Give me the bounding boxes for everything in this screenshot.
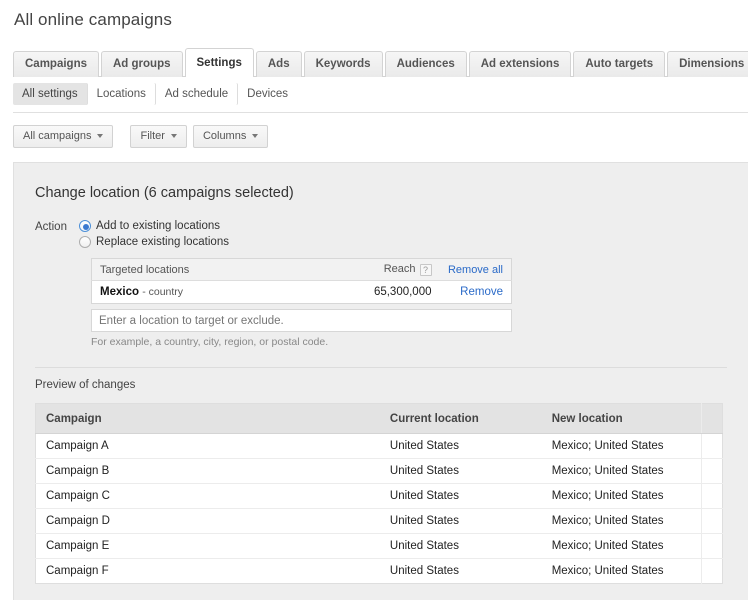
chevron-down-icon (97, 134, 104, 138)
action-label: Action (35, 221, 67, 233)
action-radio-group: Add to existing locations Replace existin… (79, 220, 229, 248)
page-title: All online campaigns (14, 10, 172, 29)
subtab-ad-schedule[interactable]: Ad schedule (156, 83, 239, 105)
preview-col-spacer (701, 403, 723, 434)
campaign-cell: Campaign A (35, 433, 380, 459)
new-location-cell: Mexico; United States (541, 558, 702, 584)
columns-label: Columns (202, 129, 247, 142)
table-row: Campaign C United States Mexico; United St… (35, 483, 723, 509)
change-location-panel: Change location (6 campaigns selected) A… (13, 162, 748, 600)
location-remove-cell: Remove (439, 280, 512, 304)
preview-title: Preview of changes (35, 379, 136, 391)
tab-list: Campaigns Ad groups Settings Ads Keywords Aud… (13, 48, 748, 77)
radio-unchecked-icon[interactable] (79, 236, 91, 248)
targeted-locations-section: Targeted locations Reach? Remove all Mex… (91, 258, 512, 348)
table-row: Campaign F United States Mexico; United St… (35, 558, 723, 584)
row-spacer-cell (701, 558, 723, 584)
table-row: Campaign D United States Mexico; United St… (35, 508, 723, 534)
row-spacer-cell (701, 533, 723, 559)
table-row: Campaign E United States Mexico; United St… (35, 533, 723, 559)
preview-col-campaign: Campaign (35, 403, 380, 434)
targeted-locations-col-header: Targeted locations (91, 258, 310, 281)
radio-option-0[interactable]: Add to existing locations (79, 220, 229, 232)
subtab-devices[interactable]: Devices (238, 83, 297, 105)
current-location-cell: United States (379, 458, 542, 484)
subtab-locations[interactable]: Locations (88, 83, 156, 105)
row-spacer-cell (701, 433, 723, 459)
toolbar: All campaigns Filter Columns (0, 120, 748, 152)
current-location-cell: United States (379, 558, 542, 584)
current-location-cell: United States (379, 483, 542, 509)
all-campaigns-dropdown[interactable]: All campaigns (13, 124, 114, 148)
chevron-down-icon (170, 134, 177, 138)
new-location-cell: Mexico; United States (541, 483, 702, 509)
sub-tab-bar: All settings Locations Ad schedule Devices (0, 82, 748, 106)
table-row: Campaign A United States Mexico; United St… (35, 433, 723, 459)
targeted-location-row: Mexico - country 65,300,000 Remove (91, 280, 512, 304)
radio-checked-icon[interactable] (79, 220, 91, 232)
chevron-down-icon (252, 134, 259, 138)
targeted-locations-header-row: Targeted locations Reach? Remove all (91, 258, 512, 281)
location-name-cell: Mexico - country (91, 280, 310, 304)
new-location-cell: Mexico; United States (541, 533, 702, 559)
new-location-cell: Mexico; United States (541, 433, 702, 459)
reach-label: Reach (383, 263, 416, 276)
preview-col-current-location: Current location (379, 403, 542, 434)
tab-ads[interactable]: Ads (255, 51, 302, 77)
tab-ad-extensions[interactable]: Ad extensions (468, 51, 572, 77)
current-location-cell: United States (379, 533, 542, 559)
filter-label: Filter (140, 129, 165, 142)
tab-audiences[interactable]: Audiences (384, 51, 467, 77)
row-spacer-cell (701, 483, 723, 509)
filter-dropdown[interactable]: Filter (130, 124, 187, 148)
new-location-cell: Mexico; United States (541, 508, 702, 534)
campaign-cell: Campaign C (35, 483, 380, 509)
tab-settings[interactable]: Settings (184, 48, 254, 77)
tab-auto-targets[interactable]: Auto targets (573, 51, 666, 77)
current-location-cell: United States (379, 508, 542, 534)
all-campaigns-label: All campaigns (23, 129, 92, 142)
preview-col-new-location: New location (541, 403, 702, 434)
location-input-hint: For example, a country, city, region, or… (91, 336, 329, 348)
preview-changes-table: Campaign Current location New location C… (35, 403, 723, 584)
radio-option-1[interactable]: Replace existing locations (79, 236, 229, 248)
tab-dimensions[interactable]: Dimensions (667, 51, 748, 77)
reach-col-header: Reach? (309, 258, 440, 281)
new-location-cell: Mexico; United States (541, 458, 702, 484)
columns-dropdown[interactable]: Columns (192, 124, 269, 148)
help-icon[interactable]: ? (419, 263, 432, 276)
remove-all-cell: Remove all (439, 258, 512, 281)
campaign-cell: Campaign E (35, 533, 380, 559)
location-reach-value: 65,300,000 (309, 280, 440, 304)
primary-tab-bar: Campaigns Ad groups Settings Ads Keywords Aud… (0, 48, 748, 77)
row-spacer-cell (701, 458, 723, 484)
campaign-cell: Campaign D (35, 508, 380, 534)
panel-heading: Change location (6 campaigns selected) (35, 185, 294, 201)
tab-ad-groups[interactable]: Ad groups (101, 51, 183, 77)
subtab-all-settings[interactable]: All settings (13, 83, 88, 105)
remove-all-link[interactable]: Remove all (448, 264, 503, 276)
radio-option-label: Add to existing locations (96, 220, 221, 232)
campaign-cell: Campaign F (35, 558, 380, 584)
tab-campaigns[interactable]: Campaigns (13, 51, 99, 77)
location-name: Mexico (100, 286, 139, 298)
campaign-cell: Campaign B (35, 458, 380, 484)
targeted-locations-table: Targeted locations Reach? Remove all Mex… (91, 258, 512, 304)
radio-option-label: Replace existing locations (96, 236, 229, 248)
location-kind: - country (142, 286, 184, 298)
remove-location-link[interactable]: Remove (460, 286, 503, 298)
sub-tab-divider (13, 112, 748, 113)
action-row: Action Add to existing locations Replace … (35, 220, 748, 248)
tab-keywords[interactable]: Keywords (303, 51, 383, 77)
current-location-cell: United States (379, 433, 542, 459)
row-spacer-cell (701, 508, 723, 534)
preview-header-row: Campaign Current location New location (35, 403, 723, 434)
table-row: Campaign B United States Mexico; United St… (35, 458, 723, 484)
preview-divider (35, 367, 727, 368)
location-search-input[interactable] (91, 309, 512, 332)
